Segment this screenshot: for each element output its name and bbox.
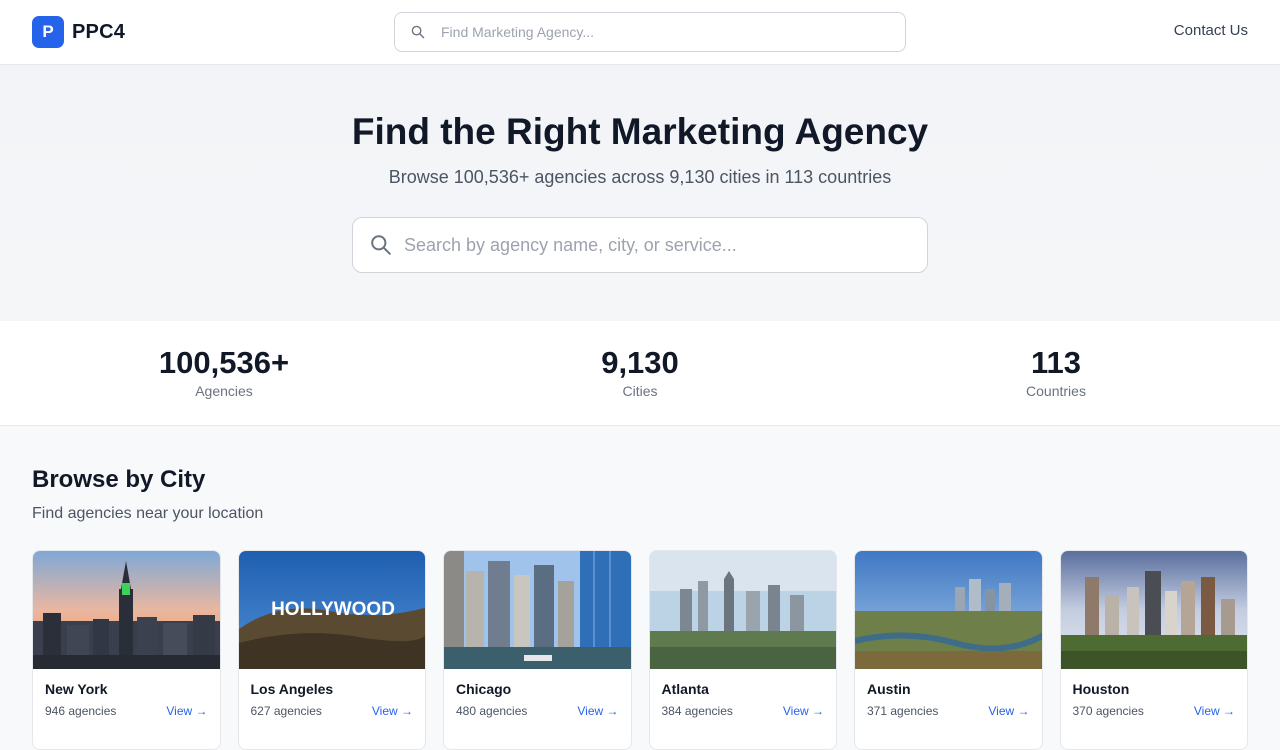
city-image	[444, 551, 631, 669]
agency-count: 371 agencies	[867, 704, 939, 718]
agency-count: 384 agencies	[661, 704, 733, 718]
view-link[interactable]: View →	[1194, 704, 1235, 718]
city-image	[649, 551, 837, 669]
view-link[interactable]: View →	[166, 704, 207, 718]
city-name: Atlanta	[661, 681, 709, 697]
browse-title: Browse by City	[32, 466, 206, 493]
stat-value: 9,130	[601, 345, 679, 380]
header-search[interactable]	[394, 12, 906, 52]
agency-count: 946 agencies	[45, 704, 117, 718]
city-name: New York	[45, 681, 108, 697]
logo-badge: P	[32, 16, 64, 48]
search-icon	[411, 25, 425, 39]
stat-agencies: 100,536+ Agencies	[74, 343, 374, 399]
city-image	[33, 551, 220, 669]
hero-title: Find the Right Marketing Agency	[351, 111, 929, 152]
stats-bar: 100,536+ Agencies 9,130 Cities 113 Count…	[0, 321, 1280, 426]
city-name: Los Angeles	[250, 681, 334, 697]
city-name: Chicago	[456, 681, 512, 697]
city-card-austin[interactable]: Austin 371 agencies View →	[854, 550, 1043, 750]
city-name: Houston	[1072, 681, 1130, 697]
stat-label: Agencies	[195, 383, 253, 399]
stat-countries: 113 Countries	[906, 343, 1206, 399]
header-search-input[interactable]	[441, 24, 861, 40]
city-cards: New York 946 agencies View → HOLLYWOOD L…	[32, 550, 1248, 750]
city-card-los-angeles[interactable]: HOLLYWOOD Los Angeles 627 agencies View …	[237, 550, 426, 750]
hero-search[interactable]	[352, 217, 928, 273]
view-link[interactable]: View →	[372, 704, 413, 718]
city-card-chicago[interactable]: Chicago 480 agencies View →	[443, 550, 632, 750]
city-image	[855, 551, 1042, 669]
agency-count: 627 agencies	[250, 704, 322, 718]
city-card-new-york[interactable]: New York 946 agencies View →	[32, 550, 221, 750]
agency-count: 480 agencies	[456, 704, 528, 718]
stat-cities: 9,130 Cities	[490, 343, 790, 399]
hollywood-sign: HOLLYWOOD	[271, 599, 395, 620]
site-header: P PPC4 Contact Us	[0, 0, 1280, 65]
hero-search-input[interactable]	[404, 234, 904, 256]
contact-us-link[interactable]: Contact Us	[1174, 22, 1248, 39]
city-name: Austin	[867, 681, 911, 697]
view-link[interactable]: View →	[577, 704, 618, 718]
view-link[interactable]: View →	[783, 704, 824, 718]
agency-count: 370 agencies	[1072, 704, 1144, 718]
stat-value: 113	[1030, 345, 1081, 380]
hero-subtitle: Browse 100,536+ agencies across 9,130 ci…	[388, 167, 892, 187]
city-card-atlanta[interactable]: Atlanta 384 agencies View →	[648, 550, 837, 750]
stat-value: 100,536+	[158, 345, 290, 380]
browse-subtitle: Find agencies near your location	[32, 505, 264, 522]
city-image: HOLLYWOOD	[238, 551, 426, 669]
logo[interactable]: P PPC4	[32, 16, 125, 48]
logo-text: PPC4	[72, 20, 126, 43]
stat-label: Cities	[622, 383, 658, 399]
city-card-houston[interactable]: Houston 370 agencies View →	[1059, 550, 1248, 750]
city-image	[1060, 551, 1248, 669]
stat-label: Countries	[1026, 383, 1086, 399]
view-link[interactable]: View →	[988, 704, 1029, 718]
search-icon	[371, 235, 391, 255]
hero-section: Find the Right Marketing Agency Browse 1…	[0, 65, 1280, 321]
